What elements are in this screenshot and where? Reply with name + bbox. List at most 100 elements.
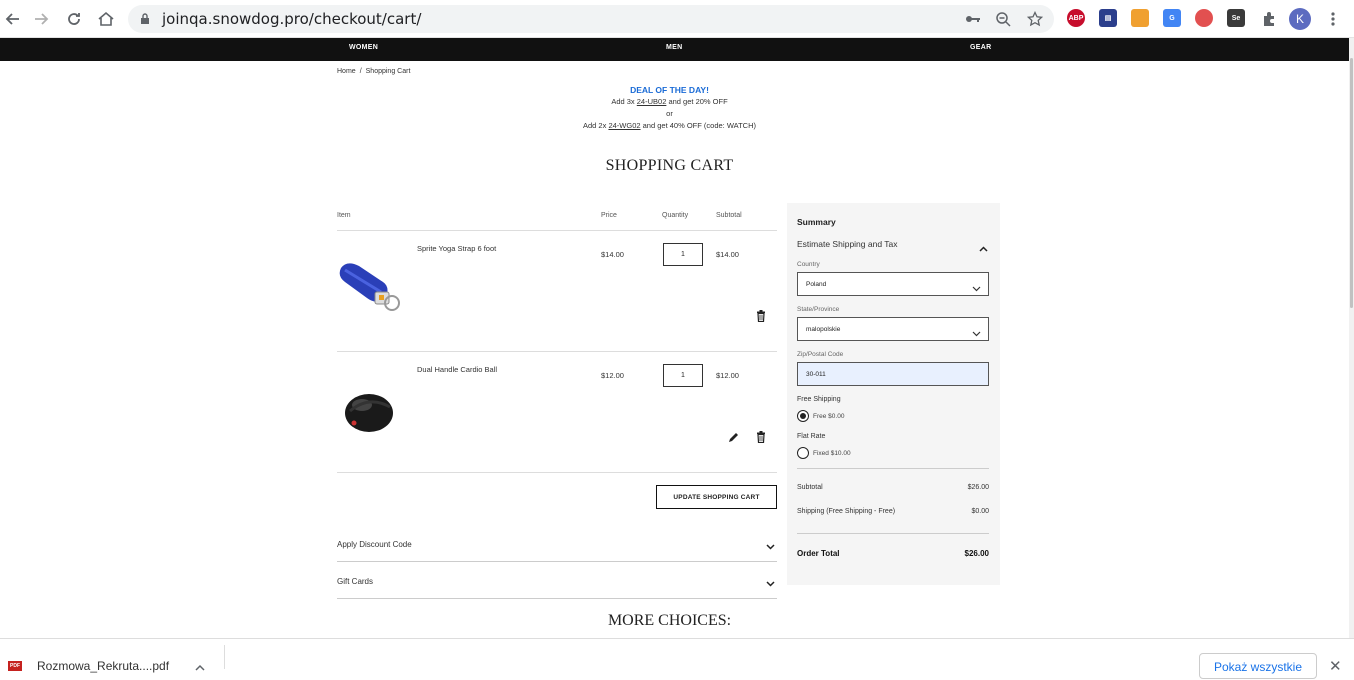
flat-rate-option[interactable]: Fixed $10.00	[813, 450, 851, 457]
nav-men[interactable]: MEN	[666, 44, 682, 51]
item-price: $14.00	[601, 250, 624, 259]
chevron-up-icon[interactable]	[195, 660, 205, 671]
image-extension-icon[interactable]	[1131, 9, 1149, 27]
zip-input[interactable]: 30-011	[797, 362, 989, 386]
country-select[interactable]: Poland	[797, 272, 989, 296]
deal-line-2-pre: Add 2x	[583, 121, 609, 130]
product-image-cardio-ball[interactable]	[340, 385, 398, 440]
divider	[337, 351, 777, 352]
deal-banner: DEAL OF THE DAY! Add 3x 24-UB02 and get …	[337, 84, 1002, 132]
profile-avatar[interactable]: K	[1289, 8, 1311, 30]
extension-dark-icon[interactable]: ▤	[1099, 9, 1117, 27]
trash-icon[interactable]	[755, 431, 767, 443]
flat-rate-group: Flat Rate	[797, 433, 826, 440]
breadcrumb-separator: /	[359, 68, 362, 75]
shipping-row: Shipping (Free Shipping - Free) $0.00	[797, 508, 989, 515]
order-total-label: Order Total	[797, 549, 840, 558]
column-price: Price	[601, 212, 617, 219]
item-name[interactable]: Sprite Yoga Strap 6 foot	[417, 244, 496, 253]
country-value: Poland	[806, 281, 827, 288]
breadcrumb: Home / Shopping Cart	[337, 68, 414, 75]
show-all-downloads-button[interactable]: Pokaż wszystkie	[1199, 653, 1317, 679]
subtotal-row: Subtotal $26.00	[797, 484, 989, 491]
deal-line-1-pre: Add 3x	[611, 97, 637, 106]
zoom-icon[interactable]	[994, 11, 1012, 27]
discount-code-label: Apply Discount Code	[337, 540, 412, 549]
item-price: $12.00	[601, 371, 624, 380]
divider	[337, 472, 777, 473]
order-summary: Summary Estimate Shipping and Tax Countr…	[787, 203, 1000, 585]
download-separator	[224, 645, 225, 669]
nav-gear[interactable]: GEAR	[970, 44, 991, 51]
column-quantity: Quantity	[662, 212, 689, 219]
lock-icon	[140, 12, 150, 24]
abp-icon[interactable]: ABP	[1067, 9, 1085, 27]
download-item[interactable]: Rozmowa_Rekruta....pdf	[37, 659, 169, 673]
more-choices-heading: MORE CHOICES:	[607, 612, 732, 629]
address-bar[interactable]: joinqa.snowdog.pro/checkout/cart/	[128, 5, 1054, 33]
item-subtotal: $14.00	[716, 250, 739, 259]
state-select[interactable]: malopolskie	[797, 317, 989, 341]
order-total-value: $26.00	[964, 549, 989, 558]
deal-or: or	[666, 109, 673, 118]
item-name[interactable]: Dual Handle Cardio Ball	[417, 365, 497, 374]
deal-link-1[interactable]: 24-UB02	[637, 97, 667, 106]
selenium-icon[interactable]: Se	[1227, 9, 1245, 27]
deal-line-1: Add 3x 24-UB02 and get 20% OFF	[337, 96, 1002, 108]
estimate-shipping-toggle[interactable]: Estimate Shipping and Tax	[797, 239, 898, 249]
flat-rate-radio[interactable]	[797, 447, 809, 459]
zip-label: Zip/Postal Code	[797, 351, 844, 358]
zip-value: 30-011	[806, 371, 826, 378]
shipping-value: $0.00	[971, 508, 989, 515]
page-scrollbar[interactable]	[1349, 38, 1354, 638]
product-image-yoga-strap[interactable]	[337, 256, 401, 323]
subtotal-value: $26.00	[967, 484, 989, 491]
state-label: State/Province	[797, 306, 840, 313]
download-bar: PDF Rozmowa_Rekruta....pdf Pokaż wszystk…	[0, 638, 1354, 679]
site-navigation: WOMEN MEN GEAR	[0, 38, 1349, 61]
extensions-puzzle-icon[interactable]	[1256, 6, 1282, 32]
discount-code-toggle[interactable]: Apply Discount Code	[337, 526, 777, 562]
home-icon[interactable]	[93, 6, 119, 32]
close-icon[interactable]: ✕	[1329, 657, 1342, 675]
deal-line-2-post: and get 40% OFF (code: WATCH)	[640, 121, 756, 130]
menu-kebab-icon[interactable]	[1320, 6, 1346, 32]
edit-pencil-icon[interactable]	[727, 431, 739, 443]
chevron-up-icon[interactable]	[979, 241, 988, 252]
free-shipping-radio[interactable]	[797, 410, 809, 422]
translate-icon[interactable]: G	[1163, 9, 1181, 27]
free-shipping-group: Free Shipping	[797, 396, 841, 403]
chevron-down-icon	[972, 325, 981, 337]
breadcrumb-home[interactable]: Home	[337, 68, 356, 75]
free-shipping-option[interactable]: Free $0.00	[813, 413, 844, 420]
country-label: Country	[797, 261, 820, 268]
star-icon[interactable]	[1026, 11, 1044, 27]
summary-divider	[797, 533, 989, 534]
deal-line-1-post: and get 20% OFF	[666, 97, 728, 106]
update-cart-button[interactable]: UPDATE SHOPPING CART	[656, 485, 777, 509]
back-icon[interactable]	[0, 6, 26, 32]
reload-icon[interactable]	[61, 6, 87, 32]
scrollbar-thumb[interactable]	[1350, 58, 1353, 308]
summary-divider	[797, 468, 989, 469]
quantity-input[interactable]: 1	[663, 243, 703, 266]
column-subtotal: Subtotal	[716, 212, 742, 219]
forward-icon[interactable]	[28, 6, 54, 32]
key-icon[interactable]	[964, 11, 982, 27]
quantity-input[interactable]: 1	[663, 364, 703, 387]
deal-line-2: Add 2x 24-WG02 and get 40% OFF (code: WA…	[337, 120, 1002, 132]
divider	[337, 230, 777, 231]
breadcrumb-current: Shopping Cart	[365, 68, 411, 75]
trash-icon[interactable]	[755, 310, 767, 322]
gift-cards-toggle[interactable]: Gift Cards	[337, 563, 777, 599]
nav-women[interactable]: WOMEN	[349, 44, 378, 51]
deal-link-2[interactable]: 24-WG02	[608, 121, 640, 130]
url-text: joinqa.snowdog.pro/checkout/cart/	[162, 10, 422, 28]
item-subtotal: $12.00	[716, 371, 739, 380]
shield-extension-icon[interactable]	[1195, 9, 1213, 27]
chevron-down-icon	[766, 575, 775, 587]
deal-title: DEAL OF THE DAY!	[630, 85, 709, 95]
gift-cards-label: Gift Cards	[337, 577, 374, 586]
state-value: malopolskie	[806, 326, 841, 333]
chevron-down-icon	[972, 280, 981, 292]
